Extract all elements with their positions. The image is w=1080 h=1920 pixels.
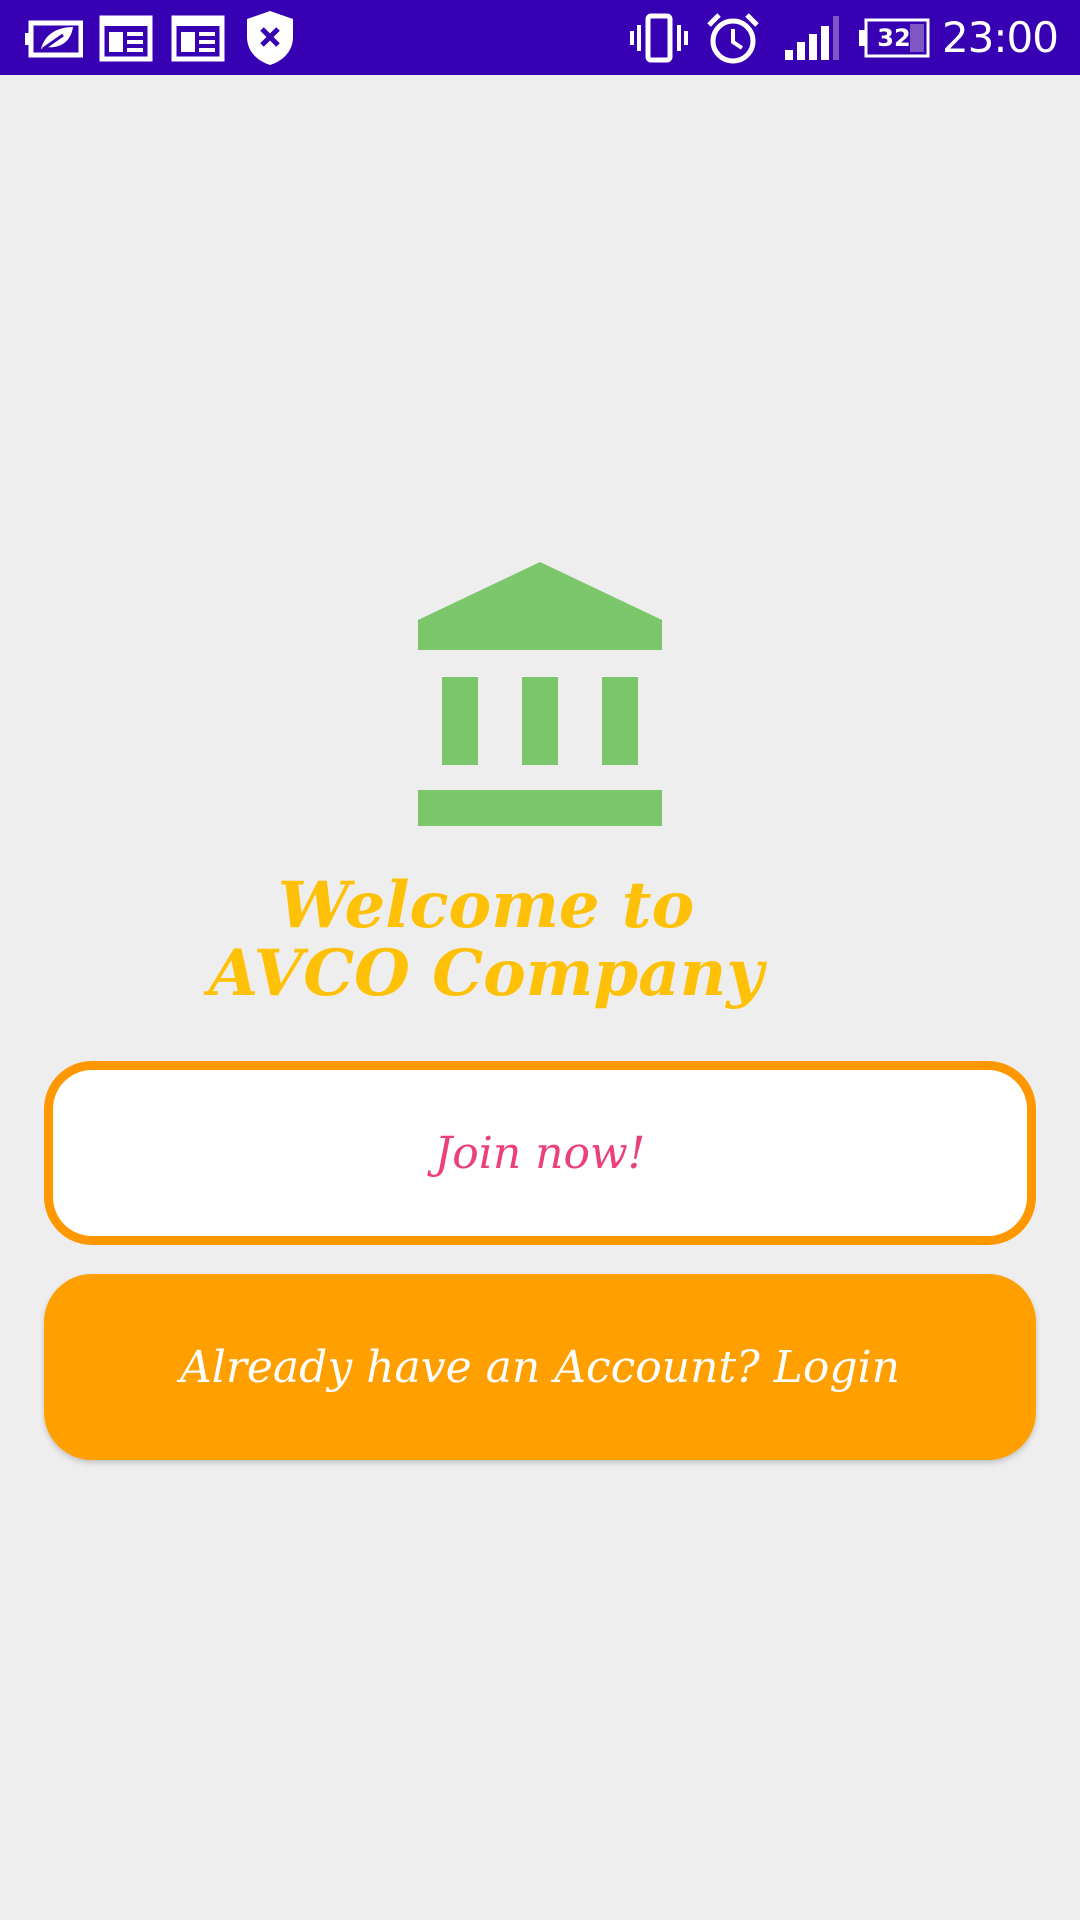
battery-icon: 32 (858, 18, 930, 58)
login-button[interactable]: Already have an Account? Login (44, 1274, 1036, 1460)
login-label: Already have an Account? Login (180, 1341, 900, 1393)
join-now-button[interactable]: Join now! (44, 1061, 1036, 1245)
signal-icon (782, 0, 842, 75)
welcome-title: Welcome to AVCO Company (208, 868, 764, 1011)
status-time: 23:00 (941, 13, 1059, 62)
join-now-label: Join now! (434, 1127, 646, 1179)
bank-icon (412, 562, 668, 830)
status-bar: 32 23:00 (0, 0, 1080, 75)
shield-x-icon (244, 0, 296, 75)
battery-level: 32 (877, 24, 911, 52)
calendar-icon (170, 0, 226, 75)
calendar-icon (98, 0, 154, 75)
alarm-icon (704, 0, 762, 75)
vibrate-icon (628, 0, 690, 75)
leaf-battery-icon (22, 0, 84, 75)
